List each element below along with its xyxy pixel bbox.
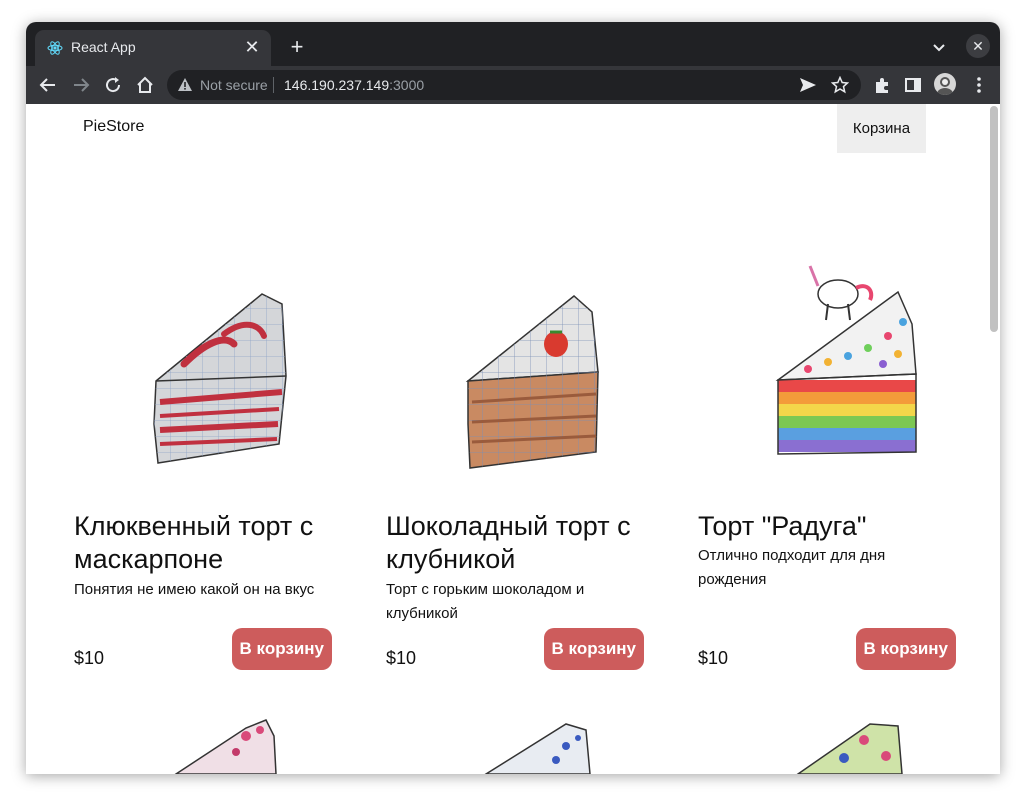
page-scrollbar[interactable] — [988, 104, 1000, 774]
cake-slice-cranberry-image — [153, 293, 287, 464]
cart-button[interactable]: Корзина — [837, 104, 926, 153]
profile-icon — [937, 77, 953, 95]
tab-close-icon[interactable]: ✕ — [241, 36, 263, 58]
cake-slice-image-partial — [796, 723, 903, 774]
cake-slice-image-partial — [174, 719, 277, 774]
chevron-down-icon[interactable] — [928, 36, 950, 58]
cake-slice-chocolate-strawberry-image — [465, 295, 599, 469]
url-port: :3000 — [389, 77, 425, 93]
url-text[interactable]: 146.190.237.149:3000 — [284, 77, 424, 93]
tab-react-app[interactable]: React App ✕ — [35, 30, 271, 66]
cake-slice-rainbow-unicorn-image — [775, 265, 917, 455]
bookmark-star-icon[interactable] — [831, 76, 849, 94]
more-menu-icon[interactable] — [968, 74, 990, 96]
product-title: Клюквенный торт с маскарпоне — [74, 511, 314, 574]
product-description: Отлично подходит для дня рождения — [698, 547, 886, 588]
product-price: $10 — [698, 648, 729, 668]
product-title: Шоколадный торт с клубникой — [386, 511, 631, 574]
page-viewport: PieStore Корзина Клюквенный торт с маска… — [26, 104, 1000, 774]
new-tab-button[interactable]: + — [284, 34, 310, 60]
tab-strip: React App ✕ + ✕ — [26, 22, 1000, 66]
browser-window: React App ✕ + ✕ Not secure 146.190.237.1… — [26, 22, 1000, 774]
product-description: Понятия не имею какой он на вкус — [74, 581, 315, 598]
url-host: 146.190.237.149 — [284, 77, 390, 93]
window-close-icon[interactable]: ✕ — [966, 34, 990, 58]
add-to-cart-button[interactable]: В корзину — [543, 628, 644, 670]
profile-avatar[interactable] — [934, 73, 956, 95]
address-bar[interactable]: Not secure 146.190.237.149:3000 — [167, 70, 861, 100]
send-tab-icon[interactable] — [799, 77, 817, 93]
forward-icon[interactable] — [70, 74, 92, 96]
product-title: Торт "Радуга" — [698, 511, 867, 541]
store-brand[interactable]: PieStore — [83, 118, 144, 136]
add-to-cart-button[interactable]: В корзину — [855, 628, 956, 670]
react-icon — [47, 41, 63, 55]
add-to-cart-button[interactable]: В корзину — [231, 628, 332, 670]
browser-toolbar: Not secure 146.190.237.149:3000 — [26, 66, 1000, 104]
product-description: Торт с горьким шоколадом и клубникой — [386, 581, 585, 622]
side-panel-icon[interactable] — [902, 74, 924, 96]
not-secure-label: Not secure — [200, 77, 268, 93]
warning-icon[interactable] — [177, 77, 193, 93]
home-icon[interactable] — [134, 74, 156, 96]
product-price: $10 — [74, 648, 105, 668]
scrollbar-thumb[interactable] — [990, 106, 998, 332]
extensions-icon[interactable] — [871, 74, 893, 96]
omnibox-divider — [273, 77, 274, 93]
tab-title: React App — [71, 39, 136, 55]
cake-slice-image-partial — [484, 723, 591, 774]
reload-icon[interactable] — [102, 74, 124, 96]
product-price: $10 — [386, 648, 417, 668]
back-icon[interactable] — [37, 74, 59, 96]
